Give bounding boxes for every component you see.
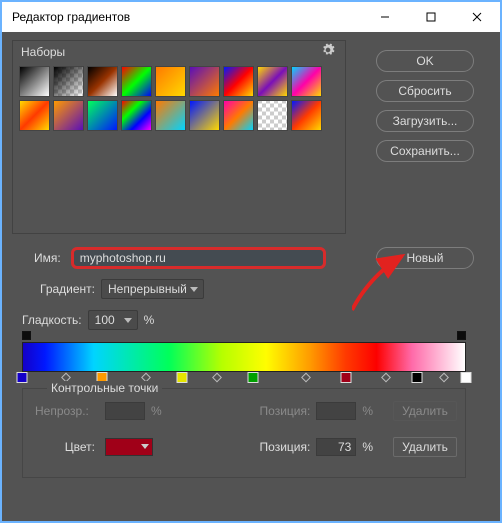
opacity-label: Непрозр.: [35,404,99,418]
color-preview[interactable] [105,438,153,456]
preset-swatch[interactable] [155,66,186,97]
maximize-button[interactable] [408,2,454,32]
preset-swatch[interactable] [87,100,118,131]
midpoint-stop[interactable] [439,373,449,383]
opacity-stop[interactable] [457,331,466,340]
save-button[interactable]: Сохранить... [376,140,474,162]
preset-swatch[interactable] [291,66,322,97]
delete-color-button[interactable]: Удалить [393,437,457,457]
preset-swatch[interactable] [223,100,254,131]
position-bottom-field[interactable] [316,438,356,456]
delete-opacity-button: Удалить [393,401,457,421]
color-stop[interactable] [341,372,352,383]
smoothness-unit: % [144,313,155,327]
position-bottom-unit: % [362,440,373,454]
close-button[interactable] [454,2,500,32]
preset-swatch[interactable] [257,100,288,131]
ok-button[interactable]: OK [376,50,474,72]
preset-swatch[interactable] [19,100,50,131]
preset-swatch[interactable] [53,100,84,131]
opacity-unit: % [151,404,162,418]
smoothness-field[interactable]: 100 [88,310,138,330]
midpoint-stop[interactable] [212,373,222,383]
gradient-bar[interactable] [22,342,466,372]
gradient-type-dropdown[interactable]: Непрерывный [101,279,204,299]
titlebar: Редактор градиентов [2,2,500,32]
color-stop[interactable] [247,372,258,383]
position-top-field [316,402,356,420]
name-label: Имя: [34,251,61,265]
smoothness-label: Гладкость: [22,313,82,327]
minimize-button[interactable] [362,2,408,32]
gear-icon[interactable] [321,43,339,60]
reset-button[interactable]: Сбросить [376,80,474,102]
load-button[interactable]: Загрузить... [376,110,474,132]
color-stop[interactable] [17,372,28,383]
control-points-fieldset: Контрольные точки Непрозр.: % Позиция: %… [22,388,466,478]
position-top-unit: % [362,404,373,418]
preset-swatch[interactable] [53,66,84,97]
preset-swatch[interactable] [121,100,152,131]
preset-swatch[interactable] [87,66,118,97]
color-stop[interactable] [461,372,472,383]
position-bottom-label: Позиция: [260,440,311,454]
color-stop[interactable] [412,372,423,383]
presets-panel: Наборы [12,40,346,234]
new-button[interactable]: Новый [376,247,474,269]
preset-swatch[interactable] [121,66,152,97]
presets-label: Наборы [21,45,65,59]
opacity-field [105,402,145,420]
preset-swatch[interactable] [189,66,220,97]
name-input[interactable] [71,247,326,269]
preset-swatch[interactable] [257,66,288,97]
opacity-stop[interactable] [22,331,31,340]
color-stop[interactable] [176,372,187,383]
color-label: Цвет: [35,440,99,454]
position-top-label: Позиция: [260,404,311,418]
window-title: Редактор градиентов [12,10,130,24]
midpoint-stop[interactable] [301,373,311,383]
control-points-legend: Контрольные точки [47,381,162,395]
preset-swatch[interactable] [19,66,50,97]
gradient-type-label: Градиент: [40,282,95,296]
preset-swatch[interactable] [155,100,186,131]
preset-swatch[interactable] [291,100,322,131]
preset-swatch[interactable] [223,66,254,97]
preset-swatch[interactable] [189,100,220,131]
midpoint-stop[interactable] [381,373,391,383]
